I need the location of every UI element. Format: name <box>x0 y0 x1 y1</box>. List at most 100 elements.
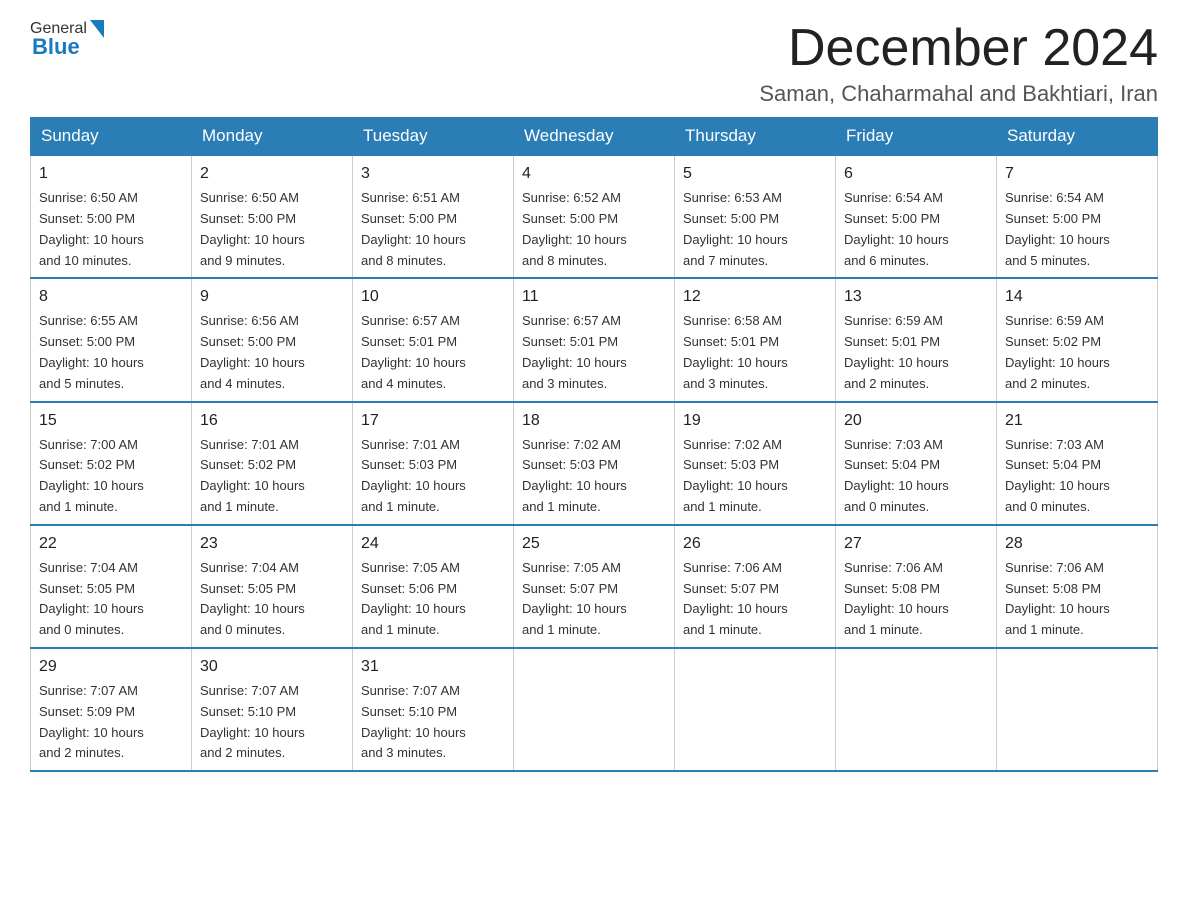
calendar-cell: 9 Sunrise: 6:56 AMSunset: 5:00 PMDaylight… <box>192 278 353 401</box>
calendar-cell: 7Sunrise: 6:54 AMSunset: 5:00 PMDaylight… <box>997 155 1158 278</box>
day-number: 3 <box>361 162 505 186</box>
calendar-cell: 5 Sunrise: 6:53 AMSunset: 5:00 PMDaylight… <box>675 155 836 278</box>
day-number: 17 <box>361 409 505 433</box>
day-info: Sunrise: 7:03 AMSunset: 5:04 PMDaylight:… <box>1005 437 1110 514</box>
calendar-cell: 6Sunrise: 6:54 AMSunset: 5:00 PMDaylight… <box>836 155 997 278</box>
day-header-tuesday: Tuesday <box>353 118 514 156</box>
calendar-cell: 4 Sunrise: 6:52 AMSunset: 5:00 PMDaylight… <box>514 155 675 278</box>
day-number: 23 <box>200 532 344 556</box>
calendar-cell: 2 Sunrise: 6:50 AMSunset: 5:00 PMDaylight… <box>192 155 353 278</box>
day-info: Sunrise: 7:00 AMSunset: 5:02 PMDaylight:… <box>39 437 144 514</box>
day-info: Sunrise: 6:56 AMSunset: 5:00 PMDaylight:… <box>200 313 305 390</box>
calendar-cell <box>675 648 836 771</box>
day-number: 13 <box>844 285 988 309</box>
calendar-cell: 20 Sunrise: 7:03 AMSunset: 5:04 PMDayligh… <box>836 402 997 525</box>
day-number: 16 <box>200 409 344 433</box>
calendar-week-row: 8Sunrise: 6:55 AMSunset: 5:00 PMDaylight… <box>31 278 1158 401</box>
calendar-cell: 26 Sunrise: 7:06 AMSunset: 5:07 PMDayligh… <box>675 525 836 648</box>
day-number: 29 <box>39 655 183 679</box>
day-number: 12 <box>683 285 827 309</box>
day-number: 19 <box>683 409 827 433</box>
calendar-cell <box>514 648 675 771</box>
day-info: Sunrise: 6:51 AMSunset: 5:00 PMDaylight:… <box>361 190 466 267</box>
day-number: 1 <box>39 162 183 186</box>
day-info: Sunrise: 7:06 AMSunset: 5:07 PMDaylight:… <box>683 560 788 637</box>
calendar-cell: 24 Sunrise: 7:05 AMSunset: 5:06 PMDayligh… <box>353 525 514 648</box>
day-info: Sunrise: 6:50 AMSunset: 5:00 PMDaylight:… <box>39 190 144 267</box>
day-number: 21 <box>1005 409 1149 433</box>
calendar-cell: 8Sunrise: 6:55 AMSunset: 5:00 PMDaylight… <box>31 278 192 401</box>
day-number: 15 <box>39 409 183 433</box>
day-info: Sunrise: 7:06 AMSunset: 5:08 PMDaylight:… <box>1005 560 1110 637</box>
day-number: 22 <box>39 532 183 556</box>
day-header-sunday: Sunday <box>31 118 192 156</box>
day-number: 25 <box>522 532 666 556</box>
day-number: 4 <box>522 162 666 186</box>
day-header-saturday: Saturday <box>997 118 1158 156</box>
day-info: Sunrise: 7:02 AMSunset: 5:03 PMDaylight:… <box>522 437 627 514</box>
title-section: December 2024 Saman, Chaharmahal and Bak… <box>759 20 1158 107</box>
calendar-cell: 15 Sunrise: 7:00 AMSunset: 5:02 PMDayligh… <box>31 402 192 525</box>
day-info: Sunrise: 7:02 AMSunset: 5:03 PMDaylight:… <box>683 437 788 514</box>
day-number: 7 <box>1005 162 1149 186</box>
day-number: 2 <box>200 162 344 186</box>
calendar-week-row: 15 Sunrise: 7:00 AMSunset: 5:02 PMDayligh… <box>31 402 1158 525</box>
day-header-monday: Monday <box>192 118 353 156</box>
day-number: 20 <box>844 409 988 433</box>
calendar-cell: 30Sunrise: 7:07 AMSunset: 5:10 PMDayligh… <box>192 648 353 771</box>
calendar-cell: 14Sunrise: 6:59 AMSunset: 5:02 PMDayligh… <box>997 278 1158 401</box>
calendar-cell: 25 Sunrise: 7:05 AMSunset: 5:07 PMDayligh… <box>514 525 675 648</box>
day-info: Sunrise: 7:04 AMSunset: 5:05 PMDaylight:… <box>200 560 305 637</box>
day-number: 18 <box>522 409 666 433</box>
day-header-wednesday: Wednesday <box>514 118 675 156</box>
calendar-header-row: SundayMondayTuesdayWednesdayThursdayFrid… <box>31 118 1158 156</box>
day-info: Sunrise: 7:03 AMSunset: 5:04 PMDaylight:… <box>844 437 949 514</box>
calendar-table: SundayMondayTuesdayWednesdayThursdayFrid… <box>30 117 1158 772</box>
logo-arrow-icon <box>90 20 104 38</box>
day-info: Sunrise: 6:57 AMSunset: 5:01 PMDaylight:… <box>522 313 627 390</box>
day-number: 14 <box>1005 285 1149 309</box>
day-info: Sunrise: 7:06 AMSunset: 5:08 PMDaylight:… <box>844 560 949 637</box>
day-info: Sunrise: 7:01 AMSunset: 5:02 PMDaylight:… <box>200 437 305 514</box>
calendar-cell: 28 Sunrise: 7:06 AMSunset: 5:08 PMDayligh… <box>997 525 1158 648</box>
calendar-cell: 12 Sunrise: 6:58 AMSunset: 5:01 PMDayligh… <box>675 278 836 401</box>
day-number: 6 <box>844 162 988 186</box>
calendar-cell: 10Sunrise: 6:57 AMSunset: 5:01 PMDayligh… <box>353 278 514 401</box>
day-number: 27 <box>844 532 988 556</box>
day-number: 26 <box>683 532 827 556</box>
calendar-cell: 22 Sunrise: 7:04 AMSunset: 5:05 PMDayligh… <box>31 525 192 648</box>
calendar-week-row: 1 Sunrise: 6:50 AMSunset: 5:00 PMDaylight… <box>31 155 1158 278</box>
day-info: Sunrise: 6:53 AMSunset: 5:00 PMDaylight:… <box>683 190 788 267</box>
day-header-friday: Friday <box>836 118 997 156</box>
day-info: Sunrise: 6:52 AMSunset: 5:00 PMDaylight:… <box>522 190 627 267</box>
day-info: Sunrise: 7:05 AMSunset: 5:06 PMDaylight:… <box>361 560 466 637</box>
day-info: Sunrise: 6:55 AMSunset: 5:00 PMDaylight:… <box>39 313 144 390</box>
day-info: Sunrise: 7:05 AMSunset: 5:07 PMDaylight:… <box>522 560 627 637</box>
day-number: 28 <box>1005 532 1149 556</box>
calendar-cell: 31Sunrise: 7:07 AMSunset: 5:10 PMDayligh… <box>353 648 514 771</box>
calendar-cell: 21 Sunrise: 7:03 AMSunset: 5:04 PMDayligh… <box>997 402 1158 525</box>
day-info: Sunrise: 6:50 AMSunset: 5:00 PMDaylight:… <box>200 190 305 267</box>
day-info: Sunrise: 7:04 AMSunset: 5:05 PMDaylight:… <box>39 560 144 637</box>
day-info: Sunrise: 7:07 AMSunset: 5:09 PMDaylight:… <box>39 683 144 760</box>
calendar-cell: 3 Sunrise: 6:51 AMSunset: 5:00 PMDaylight… <box>353 155 514 278</box>
calendar-week-row: 29 Sunrise: 7:07 AMSunset: 5:09 PMDayligh… <box>31 648 1158 771</box>
day-number: 10 <box>361 285 505 309</box>
day-number: 31 <box>361 655 505 679</box>
day-header-thursday: Thursday <box>675 118 836 156</box>
calendar-cell <box>836 648 997 771</box>
calendar-cell <box>997 648 1158 771</box>
calendar-cell: 29 Sunrise: 7:07 AMSunset: 5:09 PMDayligh… <box>31 648 192 771</box>
day-number: 9 <box>200 285 344 309</box>
calendar-cell: 17Sunrise: 7:01 AMSunset: 5:03 PMDayligh… <box>353 402 514 525</box>
day-info: Sunrise: 6:59 AMSunset: 5:01 PMDaylight:… <box>844 313 949 390</box>
calendar-cell: 16 Sunrise: 7:01 AMSunset: 5:02 PMDayligh… <box>192 402 353 525</box>
day-number: 11 <box>522 285 666 309</box>
day-info: Sunrise: 6:58 AMSunset: 5:01 PMDaylight:… <box>683 313 788 390</box>
day-number: 5 <box>683 162 827 186</box>
day-number: 24 <box>361 532 505 556</box>
calendar-cell: 23 Sunrise: 7:04 AMSunset: 5:05 PMDayligh… <box>192 525 353 648</box>
calendar-cell: 18 Sunrise: 7:02 AMSunset: 5:03 PMDayligh… <box>514 402 675 525</box>
calendar-cell: 13 Sunrise: 6:59 AMSunset: 5:01 PMDayligh… <box>836 278 997 401</box>
calendar-week-row: 22 Sunrise: 7:04 AMSunset: 5:05 PMDayligh… <box>31 525 1158 648</box>
